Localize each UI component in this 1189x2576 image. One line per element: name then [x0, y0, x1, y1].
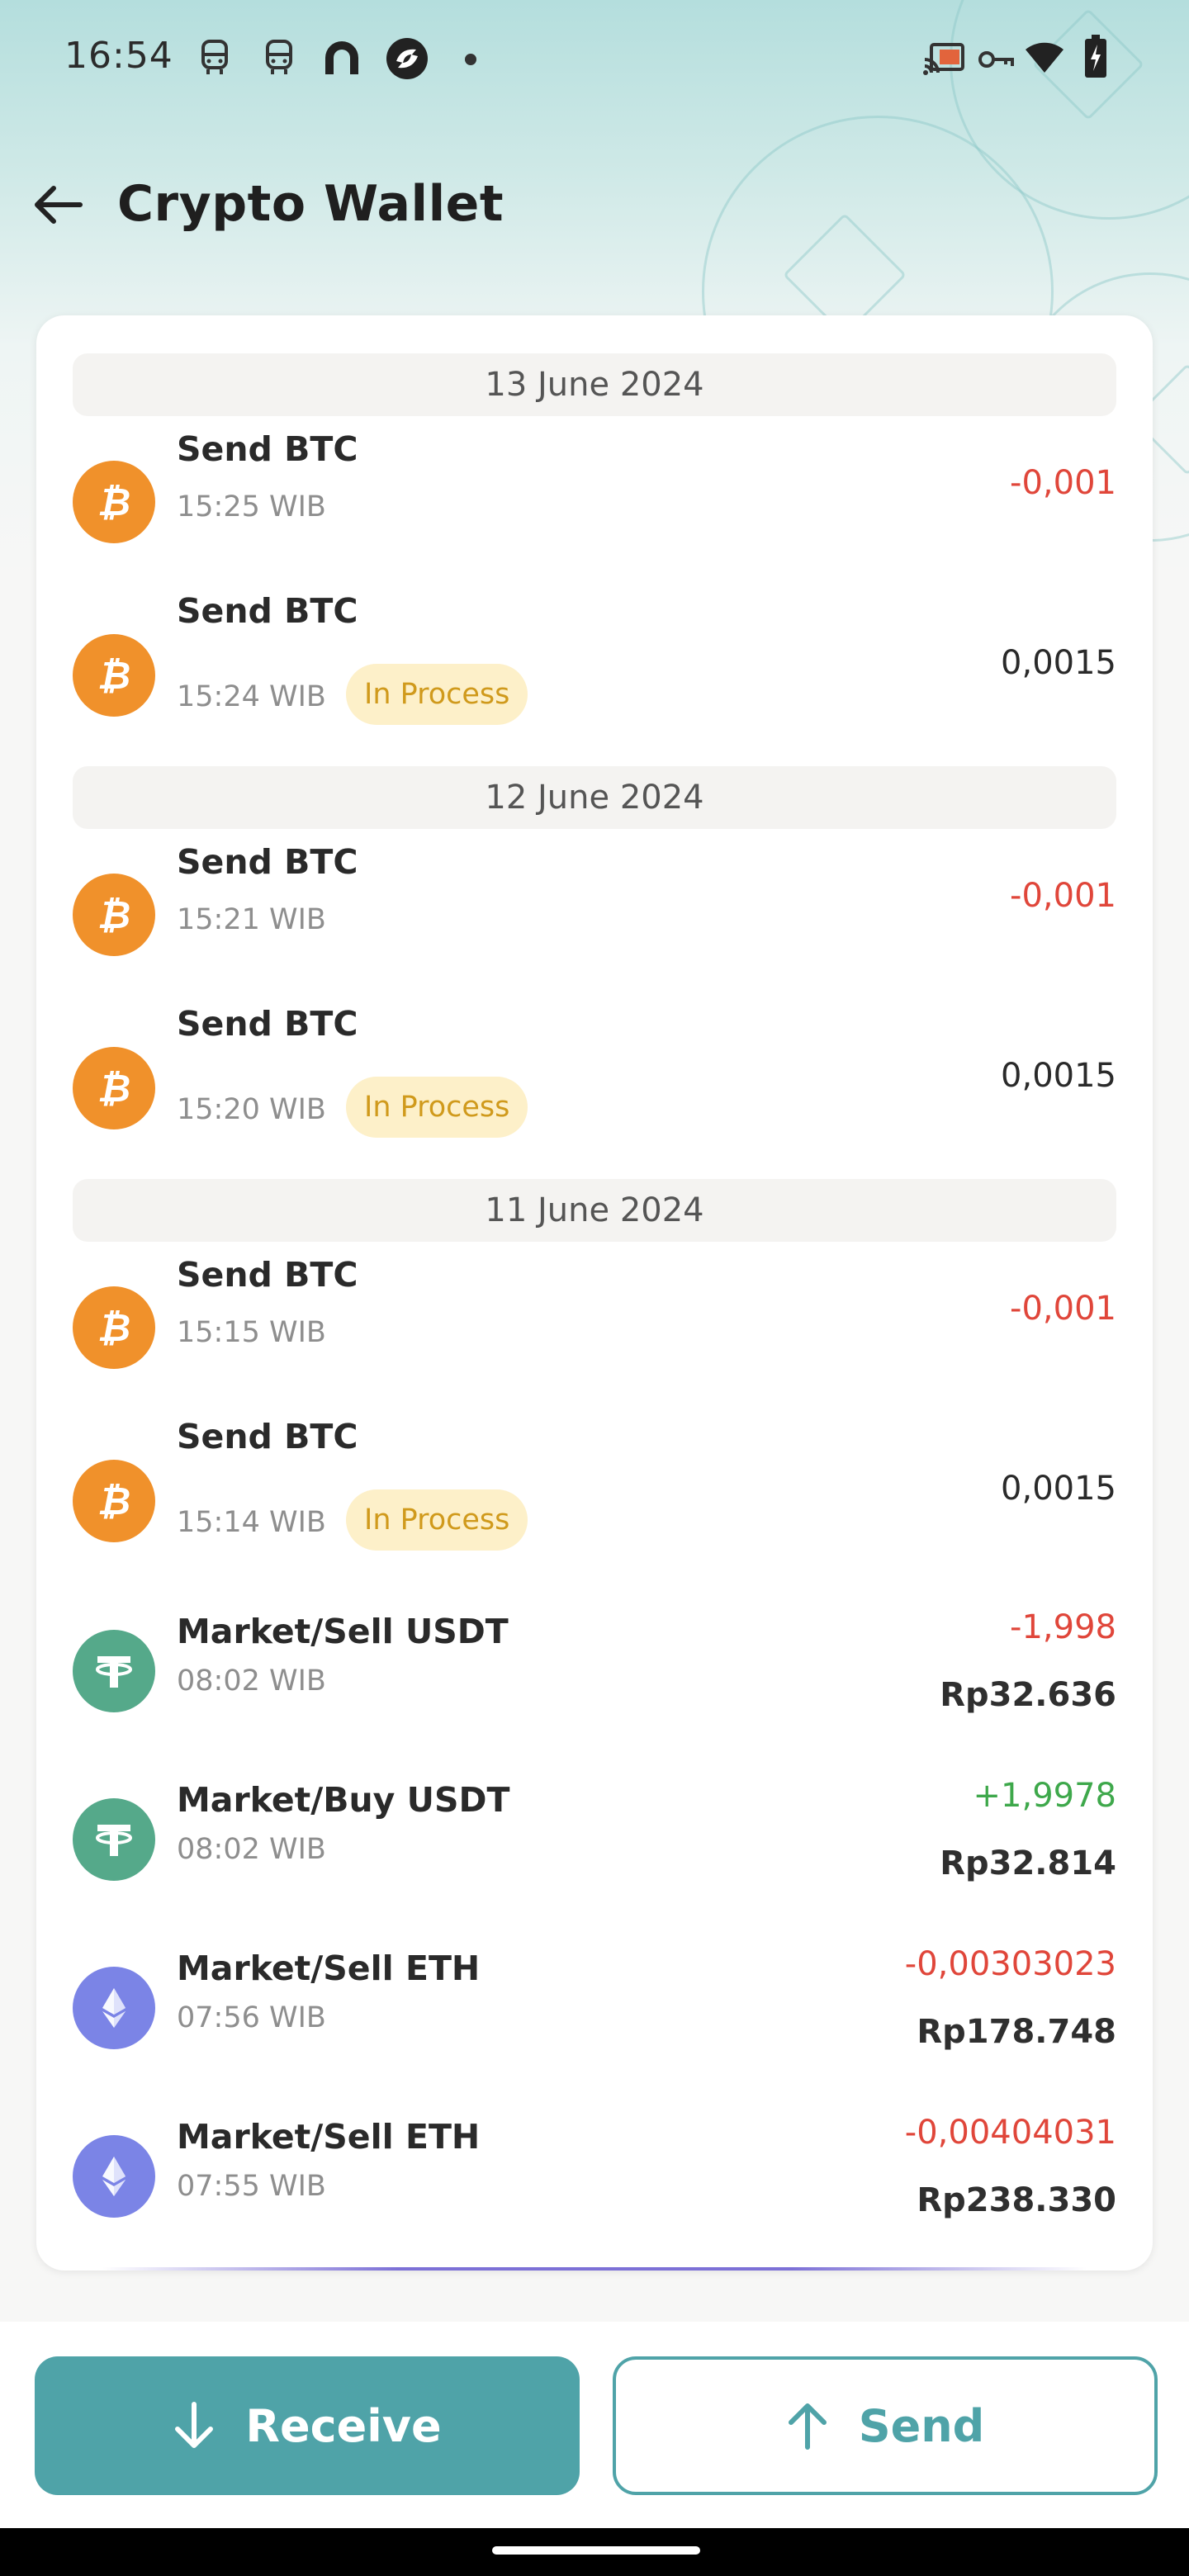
- bitcoin-icon: ₿: [73, 1286, 155, 1369]
- battery-charging-icon: [1085, 35, 1106, 78]
- transaction-time: 15:14 WIB: [177, 1506, 326, 1539]
- arrow-left-icon: [35, 186, 83, 224]
- date-header: 11 June 2024: [73, 1179, 1116, 1242]
- date-header: 13 June 2024: [73, 353, 1116, 416]
- transaction-row[interactable]: ₿ Send BTC 15:24 WIB In Process 0,0015: [36, 590, 1153, 761]
- bitcoin-icon: ₿: [73, 461, 155, 543]
- cast-icon: [923, 43, 964, 75]
- vpn-key-icon: [978, 51, 1014, 68]
- transaction-amount: +1,9978: [973, 1777, 1116, 1815]
- page-title: Crypto Wallet: [117, 175, 504, 233]
- transaction-row[interactable]: Market/Buy USDT 08:02 WIB +1,9978 Rp32.814: [36, 1755, 1153, 1924]
- transaction-time: 08:02 WIB: [177, 1833, 326, 1866]
- status-bar: 16:54: [0, 0, 1189, 116]
- system-nav-bar: [0, 2528, 1189, 2576]
- transaction-title: Send BTC: [177, 1417, 358, 1456]
- dot-icon: [465, 54, 476, 65]
- transaction-time: 07:55 WIB: [177, 2170, 326, 2203]
- ethereum-icon: [73, 1967, 155, 2049]
- transaction-title: Market/Sell ETH: [177, 1949, 481, 1988]
- transaction-row[interactable]: Market/Sell USDT 08:02 WIB -1,998 Rp32.636: [36, 1587, 1153, 1755]
- bus-icon: [201, 40, 228, 74]
- status-badge: In Process: [346, 1077, 528, 1138]
- receive-button[interactable]: Receive: [35, 2356, 580, 2495]
- arrow-up-icon: [786, 2401, 829, 2451]
- transaction-row[interactable]: Market/Sell ETH 07:55 WIB -0,00404031 Rp238…: [36, 2092, 1153, 2261]
- bus-icon: [266, 40, 292, 74]
- svg-text:₿: ₿: [97, 653, 130, 698]
- transaction-row[interactable]: ₿ Send BTC 15:14 WIB In Process 0,0015: [36, 1415, 1153, 1587]
- transaction-time: 15:24 WIB: [177, 680, 326, 713]
- transaction-time: 15:25 WIB: [177, 490, 326, 523]
- send-button[interactable]: Send: [613, 2356, 1158, 2495]
- transaction-row[interactable]: Market/Sell ETH 07:56 WIB -0,00303023 Rp178…: [36, 1924, 1153, 2092]
- send-label: Send: [858, 2399, 985, 2452]
- home-indicator[interactable]: [492, 2546, 700, 2555]
- bitcoin-icon: ₿: [73, 1460, 155, 1542]
- fiat-value: Rp178.748: [917, 2013, 1116, 2051]
- transaction-time: 15:20 WIB: [177, 1093, 326, 1126]
- transaction-time: 08:02 WIB: [177, 1664, 326, 1698]
- transaction-amount: -0,001: [1010, 1290, 1116, 1328]
- date-header: 12 June 2024: [73, 766, 1116, 829]
- transaction-title: Market/Buy USDT: [177, 1780, 510, 1820]
- transaction-amount: -0,001: [1010, 464, 1116, 502]
- tether-icon: [73, 1630, 155, 1712]
- fiat-value: Rp32.814: [940, 1844, 1116, 1882]
- transaction-row[interactable]: ₿ Send BTC 15:21 WIB -0,001: [36, 841, 1153, 1002]
- status-badge: In Process: [346, 1489, 528, 1551]
- transaction-row[interactable]: ₿ Send BTC 15:20 WIB In Process 0,0015: [36, 1002, 1153, 1174]
- circle-app-icon: [325, 41, 358, 74]
- tether-icon: [73, 1798, 155, 1881]
- back-button[interactable]: [25, 172, 91, 238]
- transaction-time: 15:15 WIB: [177, 1316, 326, 1349]
- transaction-title: Send BTC: [177, 842, 358, 882]
- transaction-amount: -0,00303023: [904, 1945, 1116, 1983]
- transaction-amount: -1,998: [1010, 1608, 1116, 1646]
- circle-app-icon: [386, 38, 428, 79]
- bitcoin-icon: ₿: [73, 874, 155, 956]
- svg-text:₿: ₿: [97, 480, 130, 524]
- wifi-icon: [1026, 42, 1063, 73]
- transaction-time: 15:21 WIB: [177, 903, 326, 936]
- bitcoin-icon: ₿: [73, 634, 155, 717]
- transaction-row[interactable]: ₿ Send BTC 15:25 WIB -0,001: [36, 428, 1153, 590]
- status-time: 16:54: [64, 35, 173, 77]
- transaction-amount: 0,0015: [1001, 1057, 1116, 1095]
- status-badge: In Process: [346, 664, 528, 725]
- transaction-time: 07:56 WIB: [177, 2001, 326, 2034]
- transaction-amount: 0,0015: [1001, 644, 1116, 682]
- svg-text:₿: ₿: [97, 1066, 130, 1110]
- transaction-amount: -0,00404031: [904, 2114, 1116, 2152]
- transaction-title: Send BTC: [177, 1255, 358, 1295]
- transaction-title: Send BTC: [177, 429, 358, 469]
- transaction-title: Send BTC: [177, 591, 358, 631]
- fiat-value: Rp238.330: [917, 2181, 1116, 2219]
- transaction-title: Market/Sell ETH: [177, 2117, 481, 2157]
- arrow-down-icon: [173, 2401, 216, 2451]
- app-header: Crypto Wallet: [0, 157, 1189, 248]
- scroll-indicator-line: [102, 2267, 1087, 2271]
- transaction-title: Send BTC: [177, 1004, 358, 1044]
- bitcoin-icon: ₿: [73, 1047, 155, 1129]
- svg-text:₿: ₿: [97, 1479, 130, 1523]
- ethereum-icon: [73, 2135, 155, 2218]
- transaction-amount: -0,001: [1010, 877, 1116, 915]
- transaction-title: Market/Sell USDT: [177, 1612, 509, 1651]
- svg-text:₿: ₿: [97, 1305, 130, 1350]
- svg-text:₿: ₿: [97, 893, 130, 937]
- transaction-amount: 0,0015: [1001, 1470, 1116, 1508]
- action-bar: Receive Send: [0, 2322, 1189, 2528]
- transaction-history-card: 13 June 2024 ₿ Send BTC 15:25 WIB -0,001 ₿ Sen…: [36, 315, 1153, 2271]
- fiat-value: Rp32.636: [940, 1676, 1116, 1714]
- transaction-row[interactable]: ₿ Send BTC 15:15 WIB -0,001: [36, 1253, 1153, 1415]
- receive-label: Receive: [245, 2399, 442, 2452]
